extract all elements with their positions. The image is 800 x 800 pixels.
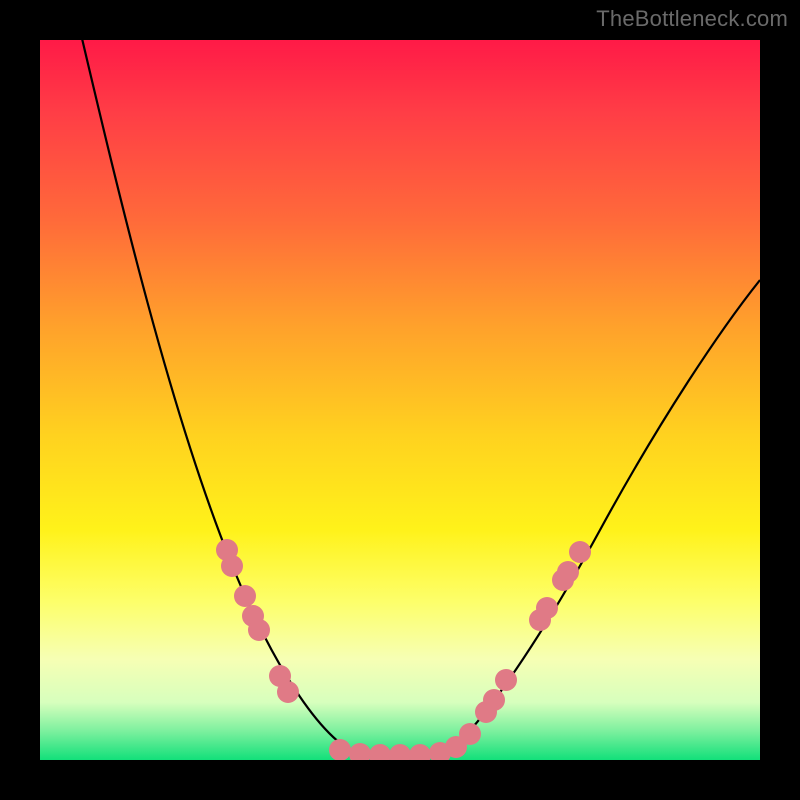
curve-marker — [329, 739, 351, 760]
plot-area — [40, 40, 760, 760]
curve-marker — [248, 619, 270, 641]
curve-marker — [459, 723, 481, 745]
curve-marker — [557, 561, 579, 583]
watermark-text: TheBottleneck.com — [596, 6, 788, 32]
curve-marker — [389, 744, 411, 760]
curve-marker — [221, 555, 243, 577]
chart-frame: TheBottleneck.com — [0, 0, 800, 800]
right-curve — [400, 280, 760, 755]
curve-marker — [409, 744, 431, 760]
curve-marker — [369, 744, 391, 760]
curve-marker — [569, 541, 591, 563]
curve-marker — [536, 597, 558, 619]
curve-marker — [495, 669, 517, 691]
curve-layer — [40, 40, 760, 760]
left-curve — [80, 40, 400, 755]
curve-marker — [349, 743, 371, 760]
curve-marker — [277, 681, 299, 703]
curve-marker — [234, 585, 256, 607]
curve-marker — [483, 689, 505, 711]
